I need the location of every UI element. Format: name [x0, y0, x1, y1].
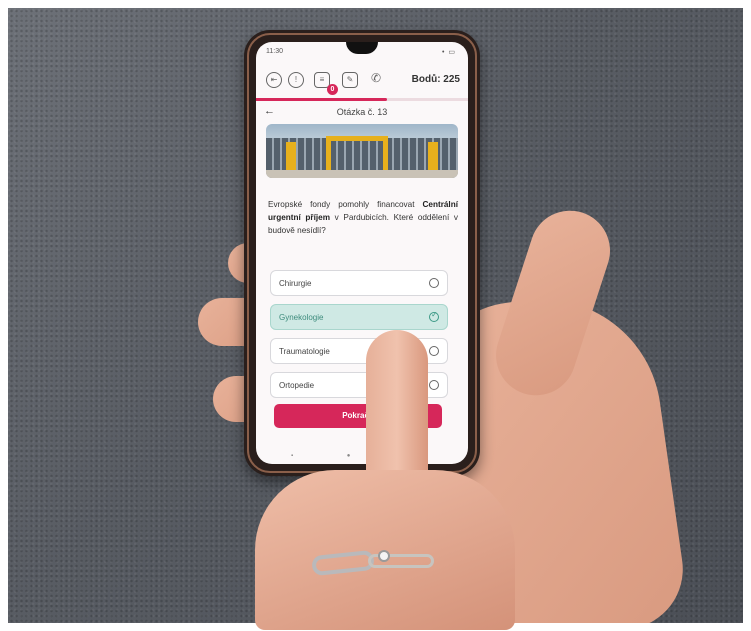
radio-icon[interactable] [429, 278, 439, 288]
answer-option-chirurgie[interactable]: Chirurgie [270, 270, 448, 296]
question-text-before: Evropské fondy pomohly financovat [268, 200, 423, 209]
option-label: Traumatologie [279, 347, 330, 356]
question-header: ← Otázka č. 13 [256, 104, 468, 122]
ground [266, 170, 458, 178]
system-nav-bar[interactable]: ▪ ● ◂ [256, 452, 468, 462]
radio-icon[interactable] [429, 380, 439, 390]
question-number: Otázka č. 13 [336, 107, 388, 117]
inbox-badge: 0 [327, 84, 338, 95]
points-counter: Bodů: 225 [411, 74, 460, 85]
app-screen: 11:30 • ▭ ⇤ ! ≡ 0 ✎ ✆ Bodů: 225 ← Otázka… [256, 42, 468, 464]
battery-icon: • ▭ [441, 49, 456, 56]
option-label: Chirurgie [279, 279, 312, 288]
yellow-column [286, 142, 296, 172]
ring-gem [378, 550, 390, 562]
progress-bar [256, 98, 468, 101]
yellow-column [428, 142, 438, 172]
help-icon[interactable]: ! [288, 72, 304, 88]
edit-icon[interactable]: ✎ [342, 72, 358, 88]
phone-icon[interactable]: ✆ [368, 72, 384, 88]
status-time: 11:30 [266, 48, 283, 55]
entrance-frame [326, 136, 388, 172]
question-text: Evropské fondy pomohly financovat Centrá… [268, 198, 458, 237]
radio-icon[interactable] [429, 346, 439, 356]
phone: 11:30 • ▭ ⇤ ! ≡ 0 ✎ ✆ Bodů: 225 ← Otázka… [244, 30, 480, 476]
app-header: ⇤ ! ≡ 0 ✎ ✆ Bodů: 225 [256, 64, 468, 98]
status-bar: 11:30 • ▭ [256, 42, 468, 60]
answer-option-gynekologie[interactable]: Gynekologie [270, 304, 448, 330]
check-circle-icon[interactable] [429, 310, 439, 322]
building-photo [266, 124, 458, 178]
option-label: Gynekologie [279, 313, 324, 322]
exit-icon[interactable]: ⇤ [266, 72, 282, 88]
option-label: Ortopedie [279, 381, 315, 390]
progress-fill [256, 98, 388, 101]
